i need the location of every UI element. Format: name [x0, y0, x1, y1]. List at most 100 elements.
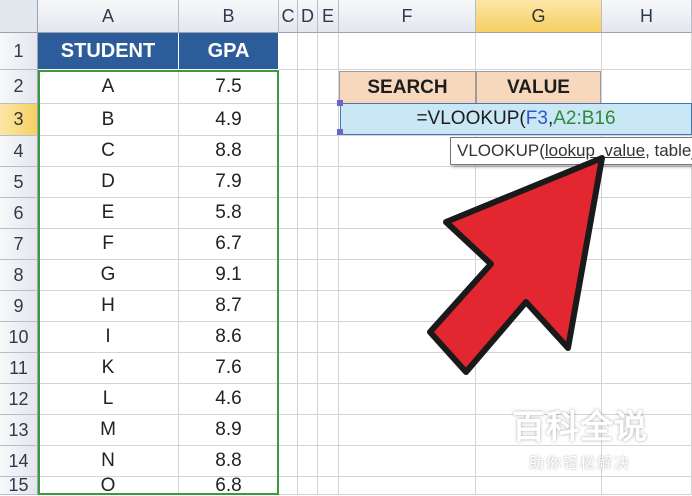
cell-c12[interactable]: [279, 384, 298, 415]
cell-h11[interactable]: [602, 353, 692, 384]
cell-d12[interactable]: [298, 384, 318, 415]
row-header-13[interactable]: 13: [0, 415, 38, 446]
cell-e7[interactable]: [318, 229, 339, 260]
row-header-5[interactable]: 5: [0, 167, 38, 198]
cell-g1[interactable]: [476, 33, 602, 70]
cell-h6[interactable]: [602, 198, 692, 229]
student-gpa-cell[interactable]: 8.8: [179, 136, 279, 167]
cell-h10[interactable]: [602, 322, 692, 353]
cell-e15[interactable]: [318, 477, 339, 495]
student-gpa-cell[interactable]: 8.7: [179, 291, 279, 322]
cell-d13[interactable]: [298, 415, 318, 446]
cell-d1[interactable]: [298, 33, 318, 70]
search-label-cell[interactable]: SEARCH: [339, 71, 476, 104]
student-gpa-cell[interactable]: 5.8: [179, 198, 279, 229]
cell-c8[interactable]: [279, 260, 298, 291]
value-label-cell[interactable]: VALUE: [476, 71, 601, 104]
cell-e9[interactable]: [318, 291, 339, 322]
student-gpa-cell[interactable]: 7.6: [179, 353, 279, 384]
column-header-a[interactable]: A: [38, 0, 179, 33]
student-gpa-cell[interactable]: 8.6: [179, 322, 279, 353]
cell-g5[interactable]: [476, 167, 602, 198]
cell-f1[interactable]: [339, 33, 476, 70]
student-gpa-cell[interactable]: 6.8: [179, 477, 279, 495]
column-header-f[interactable]: F: [339, 0, 476, 33]
cell-d3[interactable]: [298, 104, 318, 136]
student-name-cell[interactable]: O: [38, 477, 179, 495]
cell-d8[interactable]: [298, 260, 318, 291]
cell-e10[interactable]: [318, 322, 339, 353]
student-name-cell[interactable]: D: [38, 167, 179, 198]
cell-g7[interactable]: [476, 229, 602, 260]
cell-e4[interactable]: [318, 136, 339, 167]
cell-e13[interactable]: [318, 415, 339, 446]
cell-c15[interactable]: [279, 477, 298, 495]
student-name-cell[interactable]: H: [38, 291, 179, 322]
row-header-7[interactable]: 7: [0, 229, 38, 260]
student-name-cell[interactable]: L: [38, 384, 179, 415]
cell-g9[interactable]: [476, 291, 602, 322]
cell-e2[interactable]: [318, 70, 339, 104]
student-gpa-cell[interactable]: 4.6: [179, 384, 279, 415]
row-header-11[interactable]: 11: [0, 353, 38, 384]
column-header-d[interactable]: D: [298, 0, 318, 33]
cell-f9[interactable]: [339, 291, 476, 322]
cell-e6[interactable]: [318, 198, 339, 229]
cell-c14[interactable]: [279, 446, 298, 477]
column-header-c[interactable]: C: [279, 0, 298, 33]
cell-c13[interactable]: [279, 415, 298, 446]
cell-h2[interactable]: [602, 70, 692, 104]
student-name-cell[interactable]: M: [38, 415, 179, 446]
cell-g11[interactable]: [476, 353, 602, 384]
cell-e8[interactable]: [318, 260, 339, 291]
selection-handle-top-left[interactable]: [337, 100, 343, 106]
cell-c3[interactable]: [279, 104, 298, 136]
cell-d4[interactable]: [298, 136, 318, 167]
student-gpa-cell[interactable]: 4.9: [179, 104, 279, 136]
column-header-g[interactable]: G: [476, 0, 602, 33]
cell-c11[interactable]: [279, 353, 298, 384]
cell-c2[interactable]: [279, 70, 298, 104]
student-gpa-cell[interactable]: 7.5: [179, 70, 279, 104]
row-header-6[interactable]: 6: [0, 198, 38, 229]
cell-d14[interactable]: [298, 446, 318, 477]
row-header-2[interactable]: 2: [0, 70, 38, 104]
cell-d15[interactable]: [298, 477, 318, 495]
student-gpa-cell[interactable]: 8.8: [179, 446, 279, 477]
student-gpa-cell[interactable]: 8.9: [179, 415, 279, 446]
student-name-cell[interactable]: G: [38, 260, 179, 291]
formula-cell-g3[interactable]: =VLOOKUP(F3, A2:B16: [340, 103, 692, 135]
student-name-cell[interactable]: E: [38, 198, 179, 229]
cell-h5[interactable]: [602, 167, 692, 198]
cell-e12[interactable]: [318, 384, 339, 415]
row-header-4[interactable]: 4: [0, 136, 38, 167]
cell-c1[interactable]: [279, 33, 298, 70]
student-header-cell[interactable]: STUDENT: [38, 33, 179, 70]
cell-h9[interactable]: [602, 291, 692, 322]
cell-d2[interactable]: [298, 70, 318, 104]
row-header-8[interactable]: 8: [0, 260, 38, 291]
column-header-e[interactable]: E: [318, 0, 339, 33]
student-name-cell[interactable]: K: [38, 353, 179, 384]
cell-c6[interactable]: [279, 198, 298, 229]
cell-e5[interactable]: [318, 167, 339, 198]
student-gpa-cell[interactable]: 7.9: [179, 167, 279, 198]
student-name-cell[interactable]: N: [38, 446, 179, 477]
cell-e11[interactable]: [318, 353, 339, 384]
cell-g10[interactable]: [476, 322, 602, 353]
student-name-cell[interactable]: F: [38, 229, 179, 260]
student-gpa-cell[interactable]: 6.7: [179, 229, 279, 260]
cell-h8[interactable]: [602, 260, 692, 291]
row-header-15[interactable]: 15: [0, 475, 38, 495]
student-name-cell[interactable]: C: [38, 136, 179, 167]
cell-h1[interactable]: [602, 33, 692, 70]
cell-f14[interactable]: [339, 446, 476, 477]
cell-d7[interactable]: [298, 229, 318, 260]
column-header-h[interactable]: H: [602, 0, 692, 33]
row-header-14[interactable]: 14: [0, 446, 38, 477]
cell-f13[interactable]: [339, 415, 476, 446]
cell-f6[interactable]: [339, 198, 476, 229]
student-name-cell[interactable]: A: [38, 70, 179, 104]
cell-f5[interactable]: [339, 167, 476, 198]
cell-g8[interactable]: [476, 260, 602, 291]
